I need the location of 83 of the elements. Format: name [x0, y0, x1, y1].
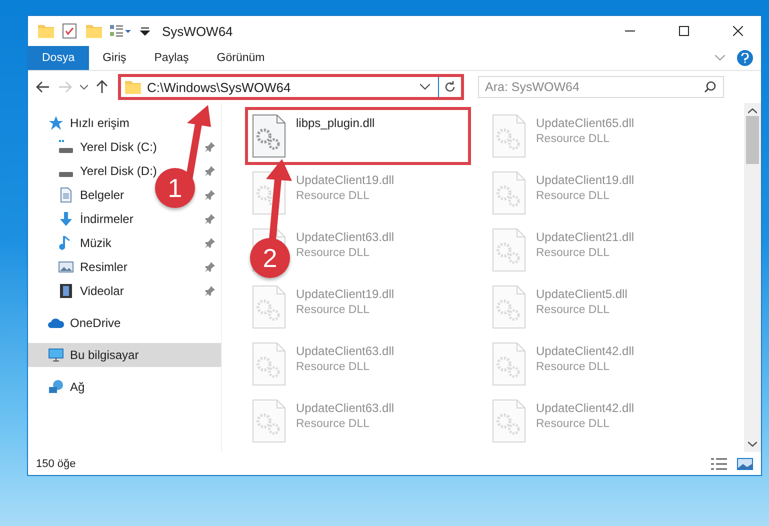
up-arrow-icon — [96, 80, 108, 94]
folder-icon — [38, 24, 54, 38]
file-type: Resource DLL — [296, 304, 371, 316]
settings-file-icon — [252, 399, 286, 443]
scrollbar-thumb[interactable] — [746, 116, 759, 164]
history-button[interactable] — [78, 82, 90, 92]
address-bar[interactable]: C:\Windows\SysWOW64 — [118, 74, 464, 100]
help-button[interactable] — [737, 50, 753, 66]
pin-icon[interactable] — [205, 190, 215, 200]
drive-icon — [58, 171, 74, 177]
pin-icon[interactable] — [205, 214, 215, 224]
pin-icon[interactable] — [205, 286, 215, 296]
close-icon — [733, 26, 743, 36]
settings-file-icon — [492, 342, 526, 386]
sidebar-item[interactable]: Ağ — [70, 380, 85, 394]
pin-icon[interactable] — [205, 262, 215, 272]
ribbon-tab[interactable]: Dosya — [28, 46, 89, 70]
properties-icon[interactable] — [110, 24, 132, 38]
sidebar-item[interactable]: Belgeler — [80, 188, 124, 202]
window-title: SysWOW64 — [161, 24, 234, 38]
sidebar-item[interactable]: OneDrive — [70, 316, 121, 330]
network-icon — [48, 379, 64, 395]
settings-file-icon — [252, 285, 286, 329]
ribbon-tab[interactable]: Giriş — [88, 46, 140, 70]
details-view-icon[interactable] — [711, 458, 727, 470]
search-field[interactable]: Ara: SysWOW64 — [478, 76, 724, 98]
scrollbar[interactable] — [744, 103, 761, 452]
picture-icon — [58, 259, 74, 275]
file-type: Resource DLL — [536, 361, 611, 373]
chevron-down-icon[interactable] — [420, 84, 430, 90]
folder-icon — [125, 80, 141, 94]
file-type: Resource DLL — [536, 190, 611, 202]
search-icon — [704, 81, 716, 93]
item-count: 150 öğe — [36, 458, 77, 470]
sidebar-item[interactable]: Hızlı erişim — [70, 116, 130, 130]
file-type: Resource DLL — [296, 190, 371, 202]
settings-file-icon — [492, 285, 526, 329]
settings-file-icon — [252, 114, 286, 158]
film-icon — [58, 283, 74, 299]
sidebar-item[interactable]: Yerel Disk (C:) — [80, 140, 157, 154]
back-button[interactable] — [34, 79, 52, 95]
sidebar-item[interactable]: Yerel Disk (D:) — [80, 164, 157, 178]
file-type: Resource DLL — [536, 247, 611, 259]
checklist-icon[interactable] — [62, 23, 78, 39]
file-type: Resource DLL — [296, 418, 371, 430]
large-icons-view-icon[interactable] — [737, 458, 753, 470]
file-type: Resource DLL — [536, 304, 611, 316]
settings-file-icon — [252, 342, 286, 386]
maximize-icon — [679, 26, 689, 36]
pin-icon[interactable] — [205, 238, 215, 248]
file-type: Resource DLL — [296, 247, 371, 259]
settings-file-icon — [492, 171, 526, 215]
chevron-down-icon[interactable] — [748, 441, 757, 447]
selection-highlight[interactable]: Bu bilgisayar — [28, 343, 221, 367]
file-type: Resource DLL — [536, 133, 611, 145]
sidebar-item[interactable]: Bu bilgisayar — [70, 348, 139, 362]
computer-icon — [48, 347, 64, 363]
up-button[interactable] — [94, 78, 110, 96]
pin-icon[interactable] — [205, 166, 215, 176]
ribbon-tab[interactable]: Görünüm — [202, 46, 279, 70]
file-type: Resource DLL — [536, 418, 611, 430]
pin-icon[interactable] — [205, 142, 215, 152]
drive-icon — [58, 139, 74, 155]
folder-icon — [86, 24, 102, 38]
refresh-icon[interactable] — [444, 81, 456, 93]
settings-file-icon — [492, 114, 526, 158]
file-type: Resource DLL — [296, 361, 371, 373]
document-icon — [58, 187, 74, 203]
download-arrow-icon — [58, 211, 74, 227]
chevron-down-icon — [80, 84, 88, 90]
sidebar-item[interactable]: Resimler — [80, 260, 128, 274]
sidebar-item[interactable]: Videolar — [80, 284, 124, 298]
settings-file-icon — [492, 228, 526, 272]
settings-file-icon — [492, 399, 526, 443]
sidebar-item[interactable]: İndirmeler — [80, 212, 134, 226]
ribbon-tab[interactable]: Paylaş — [140, 46, 203, 70]
chevron-up-icon[interactable] — [748, 108, 757, 114]
back-arrow-icon — [36, 81, 50, 93]
sidebar-item[interactable]: Müzik — [80, 236, 112, 250]
star-icon — [48, 115, 64, 131]
file-name[interactable]: libps_plugin.dll — [296, 116, 375, 130]
caret-icon[interactable] — [140, 26, 150, 36]
forward-arrow-icon — [58, 81, 72, 93]
